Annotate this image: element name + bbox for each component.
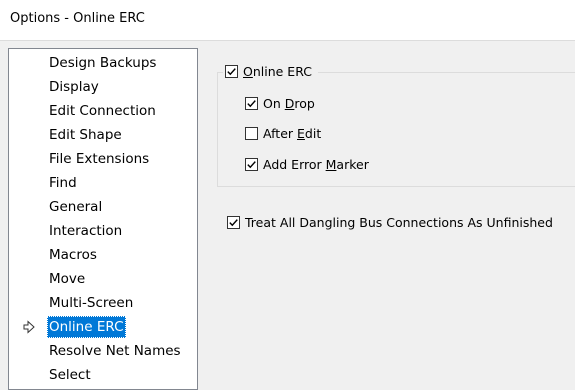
title-bar: Options - Online ERC: [0, 0, 575, 41]
tree-item-macros[interactable]: Macros: [47, 244, 99, 266]
after-edit-label: After Edit: [263, 125, 322, 141]
tree-item-file-extensions[interactable]: File Extensions: [47, 148, 151, 170]
online-erc-checkbox-row[interactable]: Online ERC: [223, 61, 318, 81]
tree-item-select[interactable]: Select: [47, 364, 93, 386]
tree-item-general[interactable]: General: [47, 196, 104, 218]
tree-item-move[interactable]: Move: [47, 268, 87, 290]
on-drop-label: On Drop: [263, 95, 315, 111]
add-error-marker-checkbox[interactable]: [245, 157, 258, 171]
arrow-right-icon: [22, 316, 36, 338]
tree-item-online-erc[interactable]: Online ERC: [47, 316, 126, 338]
tree-item-edit-shape[interactable]: Edit Shape: [47, 124, 124, 146]
dangling-bus-option[interactable]: Treat All Dangling Bus Connections As Un…: [227, 212, 553, 232]
tree-item-design-backups[interactable]: Design Backups: [47, 52, 158, 74]
category-tree[interactable]: Design Backups Display Edit Connection E…: [8, 48, 198, 390]
tree-item-find[interactable]: Find: [47, 172, 79, 194]
online-erc-checkbox[interactable]: [225, 64, 238, 78]
tree-item-multi-screen[interactable]: Multi-Screen: [47, 292, 135, 314]
tree-item-interaction[interactable]: Interaction: [47, 220, 124, 242]
tree-item-display[interactable]: Display: [47, 76, 101, 98]
after-edit-checkbox[interactable]: [245, 126, 258, 140]
after-edit-option[interactable]: After Edit: [245, 123, 321, 143]
add-error-marker-option[interactable]: Add Error Marker: [245, 154, 369, 174]
on-drop-option[interactable]: On Drop: [245, 93, 315, 113]
window-title: Options - Online ERC: [10, 11, 145, 26]
dangling-bus-checkbox[interactable]: [227, 215, 240, 229]
add-error-marker-label: Add Error Marker: [263, 156, 369, 172]
dangling-bus-label: Treat All Dangling Bus Connections As Un…: [245, 214, 553, 230]
online-erc-label: Online ERC: [243, 63, 312, 79]
on-drop-checkbox[interactable]: [245, 96, 258, 110]
tree-item-edit-connection[interactable]: Edit Connection: [47, 100, 158, 122]
tree-item-resolve-net-names[interactable]: Resolve Net Names: [47, 340, 183, 362]
